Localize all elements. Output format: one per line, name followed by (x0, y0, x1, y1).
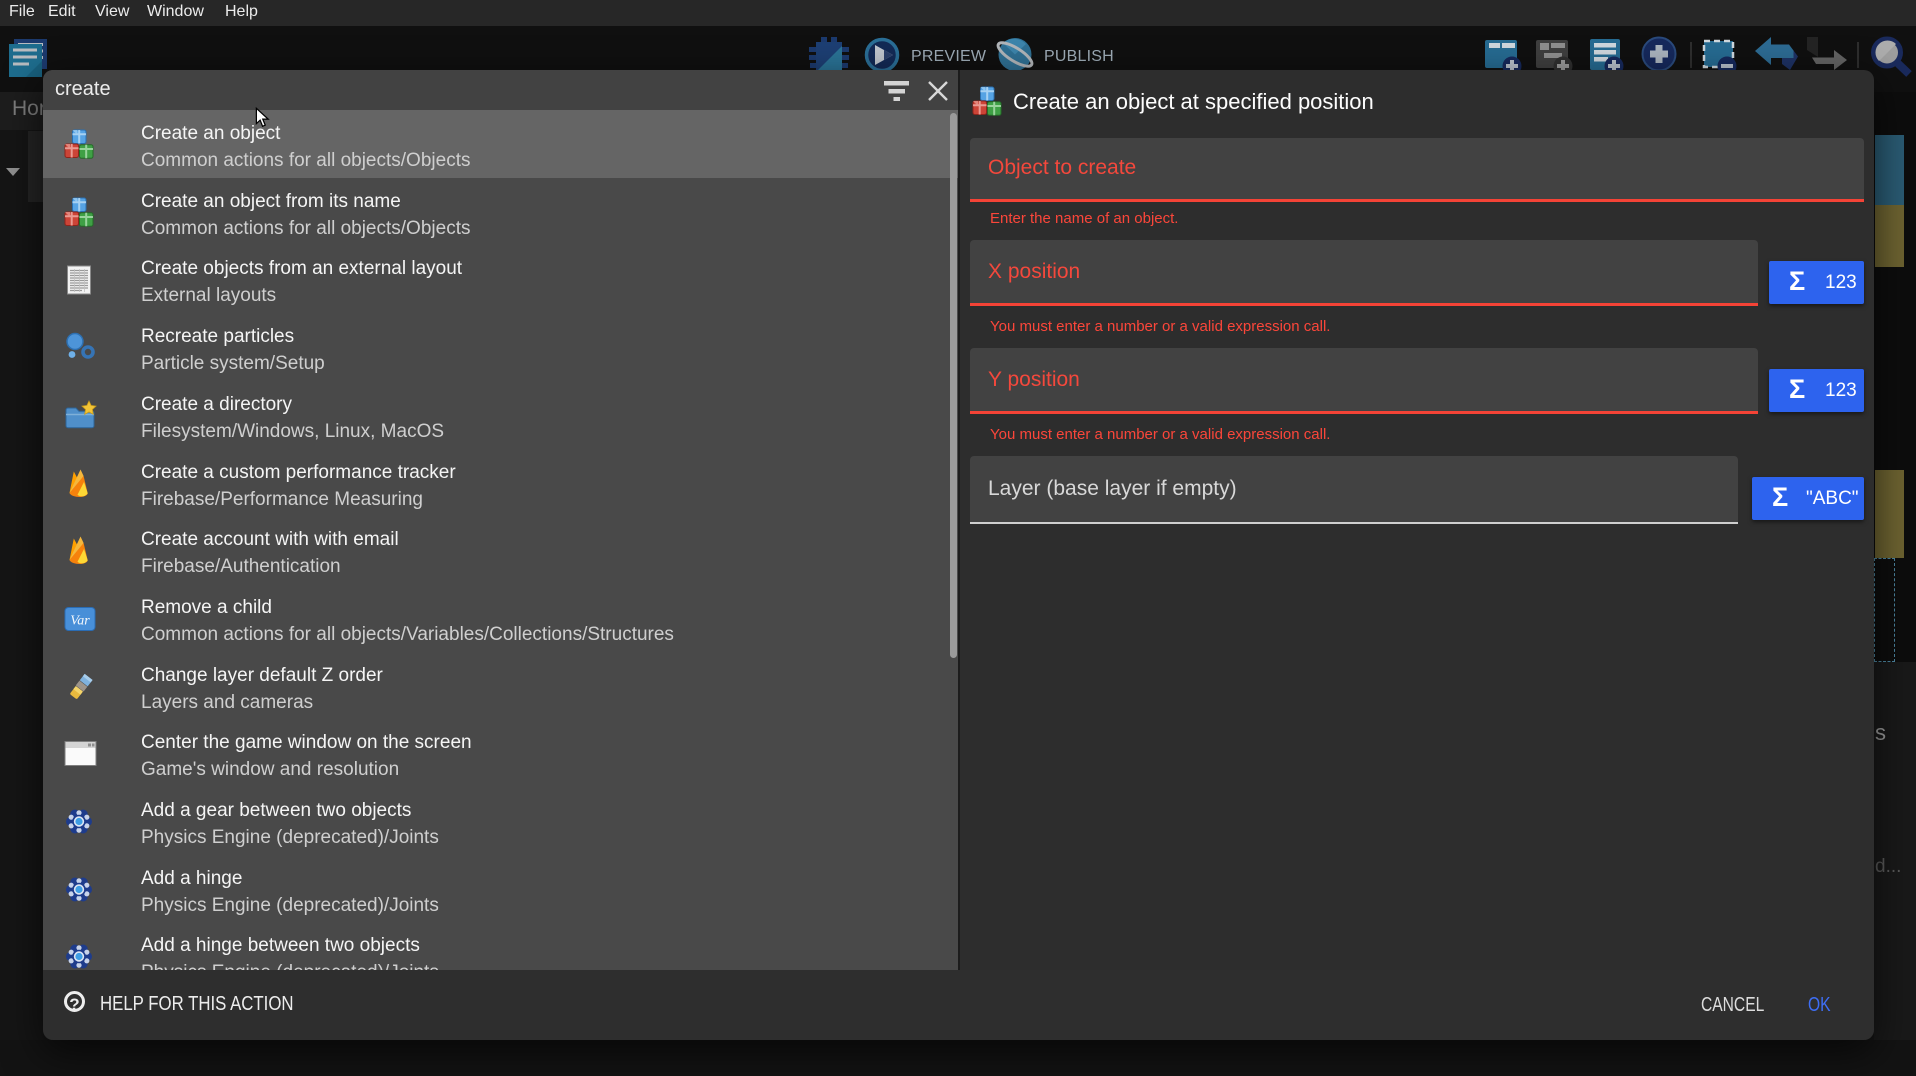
svg-text:Var: Var (70, 613, 90, 628)
